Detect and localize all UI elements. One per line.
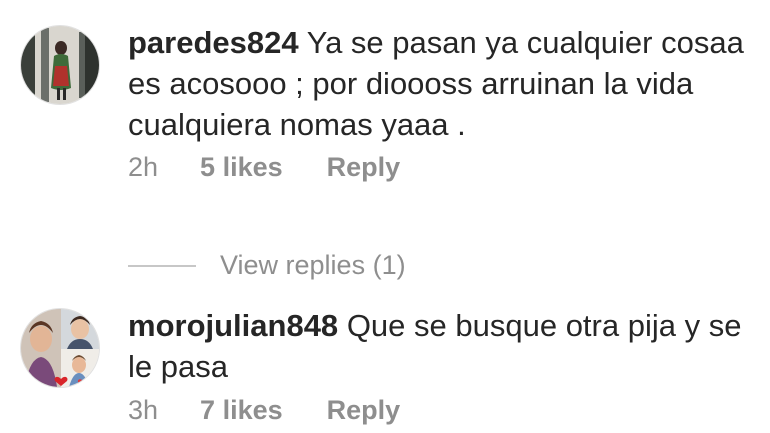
comments-list: paredes824 Ya se pasan ya cualquier cosa… [0, 0, 770, 433]
comment-timestamp: 2h [128, 152, 159, 182]
likes-count-button[interactable]: 5 likes [200, 152, 283, 183]
comment-meta: 3h 7 likes Reply [128, 395, 400, 426]
comment-timestamp: 3h [128, 395, 159, 425]
avatar[interactable] [21, 309, 99, 387]
comment-username[interactable]: paredes824 [128, 25, 299, 60]
view-replies-button[interactable]: View replies (1) [128, 250, 406, 281]
reply-button[interactable]: Reply [327, 152, 401, 183]
comment-body: morojulian848 Que se busque otra pija y … [128, 305, 758, 387]
comment-username[interactable]: morojulian848 [128, 308, 338, 343]
comment-body: paredes824 Ya se pasan ya cualquier cosa… [128, 22, 758, 145]
collage-avatar-icon [21, 309, 99, 387]
reply-button[interactable]: Reply [327, 395, 401, 426]
view-replies-divider [128, 264, 196, 267]
likes-count-button[interactable]: 7 likes [200, 395, 283, 426]
view-replies-label: View replies (1) [220, 250, 406, 280]
avatar[interactable] [21, 26, 99, 104]
comment-meta: 2h 5 likes Reply [128, 152, 400, 183]
portrait-avatar-icon [21, 26, 99, 104]
